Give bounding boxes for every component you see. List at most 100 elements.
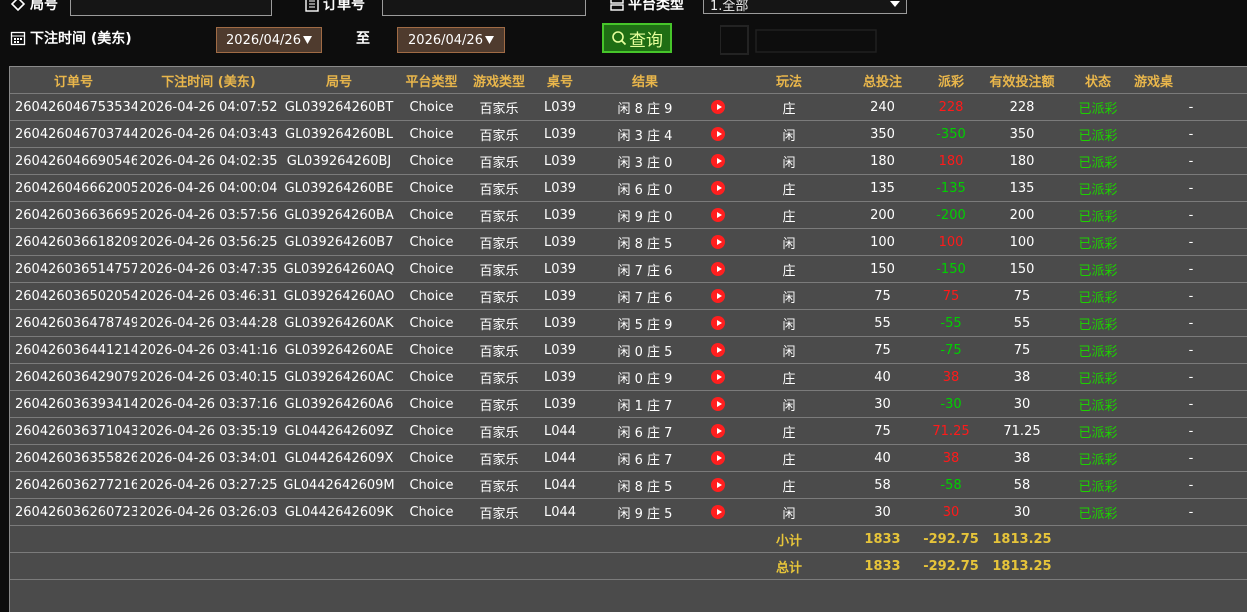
table-row[interactable]: 260426036502054 2026-04-26 03:46:31 GL0392…	[10, 282, 1247, 310]
summary-empty-cell	[10, 552, 137, 580]
cell-status: 已派彩	[1062, 282, 1134, 310]
table-row[interactable]: 260426036441214 2026-04-26 03:41:16 GL0392…	[10, 336, 1247, 364]
cell-round[interactable]: GL039264260BE	[280, 174, 398, 202]
cell-play: 庄	[733, 444, 845, 472]
table-row[interactable]: 260426036429079 2026-04-26 03:40:15 GL0392…	[10, 363, 1247, 391]
round-label: 局号	[10, 0, 58, 14]
table-row[interactable]: 260426046690546 2026-04-26 04:02:35 GL0392…	[10, 147, 1247, 175]
table-row[interactable]: 260426036514757 2026-04-26 03:47:35 GL0392…	[10, 255, 1247, 283]
cell-round[interactable]: GL039264260BT	[280, 93, 398, 121]
video-play-icon[interactable]	[711, 424, 725, 438]
cell-order[interactable]: 260426036514757	[10, 255, 137, 283]
cell-play: 庄	[733, 93, 845, 121]
cell-order[interactable]: 260426046690546	[10, 147, 137, 175]
table-row[interactable]: 260426036636695 2026-04-26 03:57:56 GL0392…	[10, 201, 1247, 229]
cell-round[interactable]: GL039264260A6	[280, 390, 398, 418]
cell-round[interactable]: GL039264260B7	[280, 228, 398, 256]
date-to-picker[interactable]: 2026/04/26	[397, 27, 505, 53]
table-row[interactable]: 260426046753534 2026-04-26 04:07:52 GL0392…	[10, 93, 1247, 121]
cell-game: 百家乐	[465, 174, 533, 202]
table-row[interactable]: 260426036355826 2026-04-26 03:34:01 GL0442…	[10, 444, 1247, 472]
cell-order[interactable]: 260426036277216	[10, 471, 137, 499]
table-row[interactable]: 260426036260723 2026-04-26 03:26:03 GL0442…	[10, 498, 1247, 526]
cell-time: 2026-04-26 04:07:52	[137, 93, 280, 121]
cell-round[interactable]: GL039264260AK	[280, 309, 398, 337]
summary-empty-cell	[703, 552, 733, 580]
cell-order[interactable]: 260426036441214	[10, 336, 137, 364]
cell-order[interactable]: 260426036502054	[10, 282, 137, 310]
cell-play: 庄	[733, 255, 845, 283]
dropdown-arrow-icon	[302, 36, 312, 44]
cell-status: 已派彩	[1062, 390, 1134, 418]
cell-round[interactable]: GL039264260AE	[280, 336, 398, 364]
cell-result: 闲 6 庄 7	[587, 444, 703, 472]
table-row[interactable]: 260426036618209 2026-04-26 03:56:25 GL0392…	[10, 228, 1247, 256]
video-play-icon[interactable]	[711, 181, 725, 195]
table-row[interactable]: 260426036393414 2026-04-26 03:37:16 GL0392…	[10, 390, 1247, 418]
round-input[interactable]	[70, 0, 272, 16]
summary-bet: 1833	[845, 525, 920, 553]
cell-round[interactable]: GL0442642609Z	[280, 417, 398, 445]
cell-order[interactable]: 260426036355826	[10, 444, 137, 472]
cell-order[interactable]: 260426036429079	[10, 363, 137, 391]
video-play-icon[interactable]	[711, 370, 725, 384]
cell-round[interactable]: GL039264260BJ	[280, 147, 398, 175]
cell-round[interactable]: GL039264260BA	[280, 201, 398, 229]
cell-result: 闲 0 庄 9	[587, 363, 703, 391]
cell-order[interactable]: 260426036371043	[10, 417, 137, 445]
table-row[interactable]: 260426036478749 2026-04-26 03:44:28 GL0392…	[10, 309, 1247, 337]
cell-order[interactable]: 260426046753534	[10, 93, 137, 121]
summary-empty-cell	[533, 552, 587, 580]
video-play-icon[interactable]	[711, 100, 725, 114]
cell-order[interactable]: 260426046703744	[10, 120, 137, 148]
video-play-icon[interactable]	[711, 478, 725, 492]
cell-round[interactable]: GL0442642609M	[280, 471, 398, 499]
query-button[interactable]: 查询	[602, 23, 672, 53]
cell-platform: Choice	[398, 255, 465, 283]
cell-payout: 30	[920, 498, 982, 526]
cell-round[interactable]: GL039264260AO	[280, 282, 398, 310]
cell-order[interactable]: 260426036478749	[10, 309, 137, 337]
cell-round[interactable]: GL0442642609X	[280, 444, 398, 472]
video-play-icon[interactable]	[711, 397, 725, 411]
table-row[interactable]: 260426036371043 2026-04-26 03:35:19 GL0442…	[10, 417, 1247, 445]
video-play-icon[interactable]	[711, 127, 725, 141]
cell-round[interactable]: GL039264260BL	[280, 120, 398, 148]
header-col-replay	[703, 67, 733, 94]
video-play-icon[interactable]	[711, 235, 725, 249]
summary-empty-cell	[280, 525, 398, 553]
cell-round[interactable]: GL0442642609K	[280, 498, 398, 526]
cell-time: 2026-04-26 03:26:03	[137, 498, 280, 526]
cell-order[interactable]: 260426036393414	[10, 390, 137, 418]
cell-order[interactable]: 260426046662005	[10, 174, 137, 202]
cell-round[interactable]: GL039264260AC	[280, 363, 398, 391]
cell-game: 百家乐	[465, 390, 533, 418]
cell-payout: -58	[920, 471, 982, 499]
date-from-picker[interactable]: 2026/04/26	[216, 27, 322, 53]
cell-time: 2026-04-26 03:41:16	[137, 336, 280, 364]
table-row[interactable]: 260426046662005 2026-04-26 04:00:04 GL0392…	[10, 174, 1247, 202]
video-play-icon[interactable]	[711, 505, 725, 519]
cell-result: 闲 7 庄 6	[587, 282, 703, 310]
platform-select[interactable]: 1.全部	[703, 0, 907, 14]
cell-order[interactable]: 260426036636695	[10, 201, 137, 229]
video-play-icon[interactable]	[711, 451, 725, 465]
order-input[interactable]	[382, 0, 586, 16]
video-play-icon[interactable]	[711, 343, 725, 357]
cell-payout: 75	[920, 282, 982, 310]
cell-order[interactable]: 260426036260723	[10, 498, 137, 526]
table-row[interactable]: 260426046703744 2026-04-26 04:03:43 GL0392…	[10, 120, 1247, 148]
cell-time: 2026-04-26 03:34:01	[137, 444, 280, 472]
video-play-icon[interactable]	[711, 154, 725, 168]
video-play-icon[interactable]	[711, 262, 725, 276]
cell-payout: -55	[920, 309, 982, 337]
cell-round[interactable]: GL039264260AQ	[280, 255, 398, 283]
cell-payout: -350	[920, 120, 982, 148]
table-row[interactable]: 260426036277216 2026-04-26 03:27:25 GL0442…	[10, 471, 1247, 499]
cell-result: 闲 5 庄 9	[587, 309, 703, 337]
video-play-icon[interactable]	[711, 208, 725, 222]
video-play-icon[interactable]	[711, 316, 725, 330]
video-play-icon[interactable]	[711, 289, 725, 303]
cell-order[interactable]: 260426036618209	[10, 228, 137, 256]
replay-cell	[703, 93, 733, 121]
